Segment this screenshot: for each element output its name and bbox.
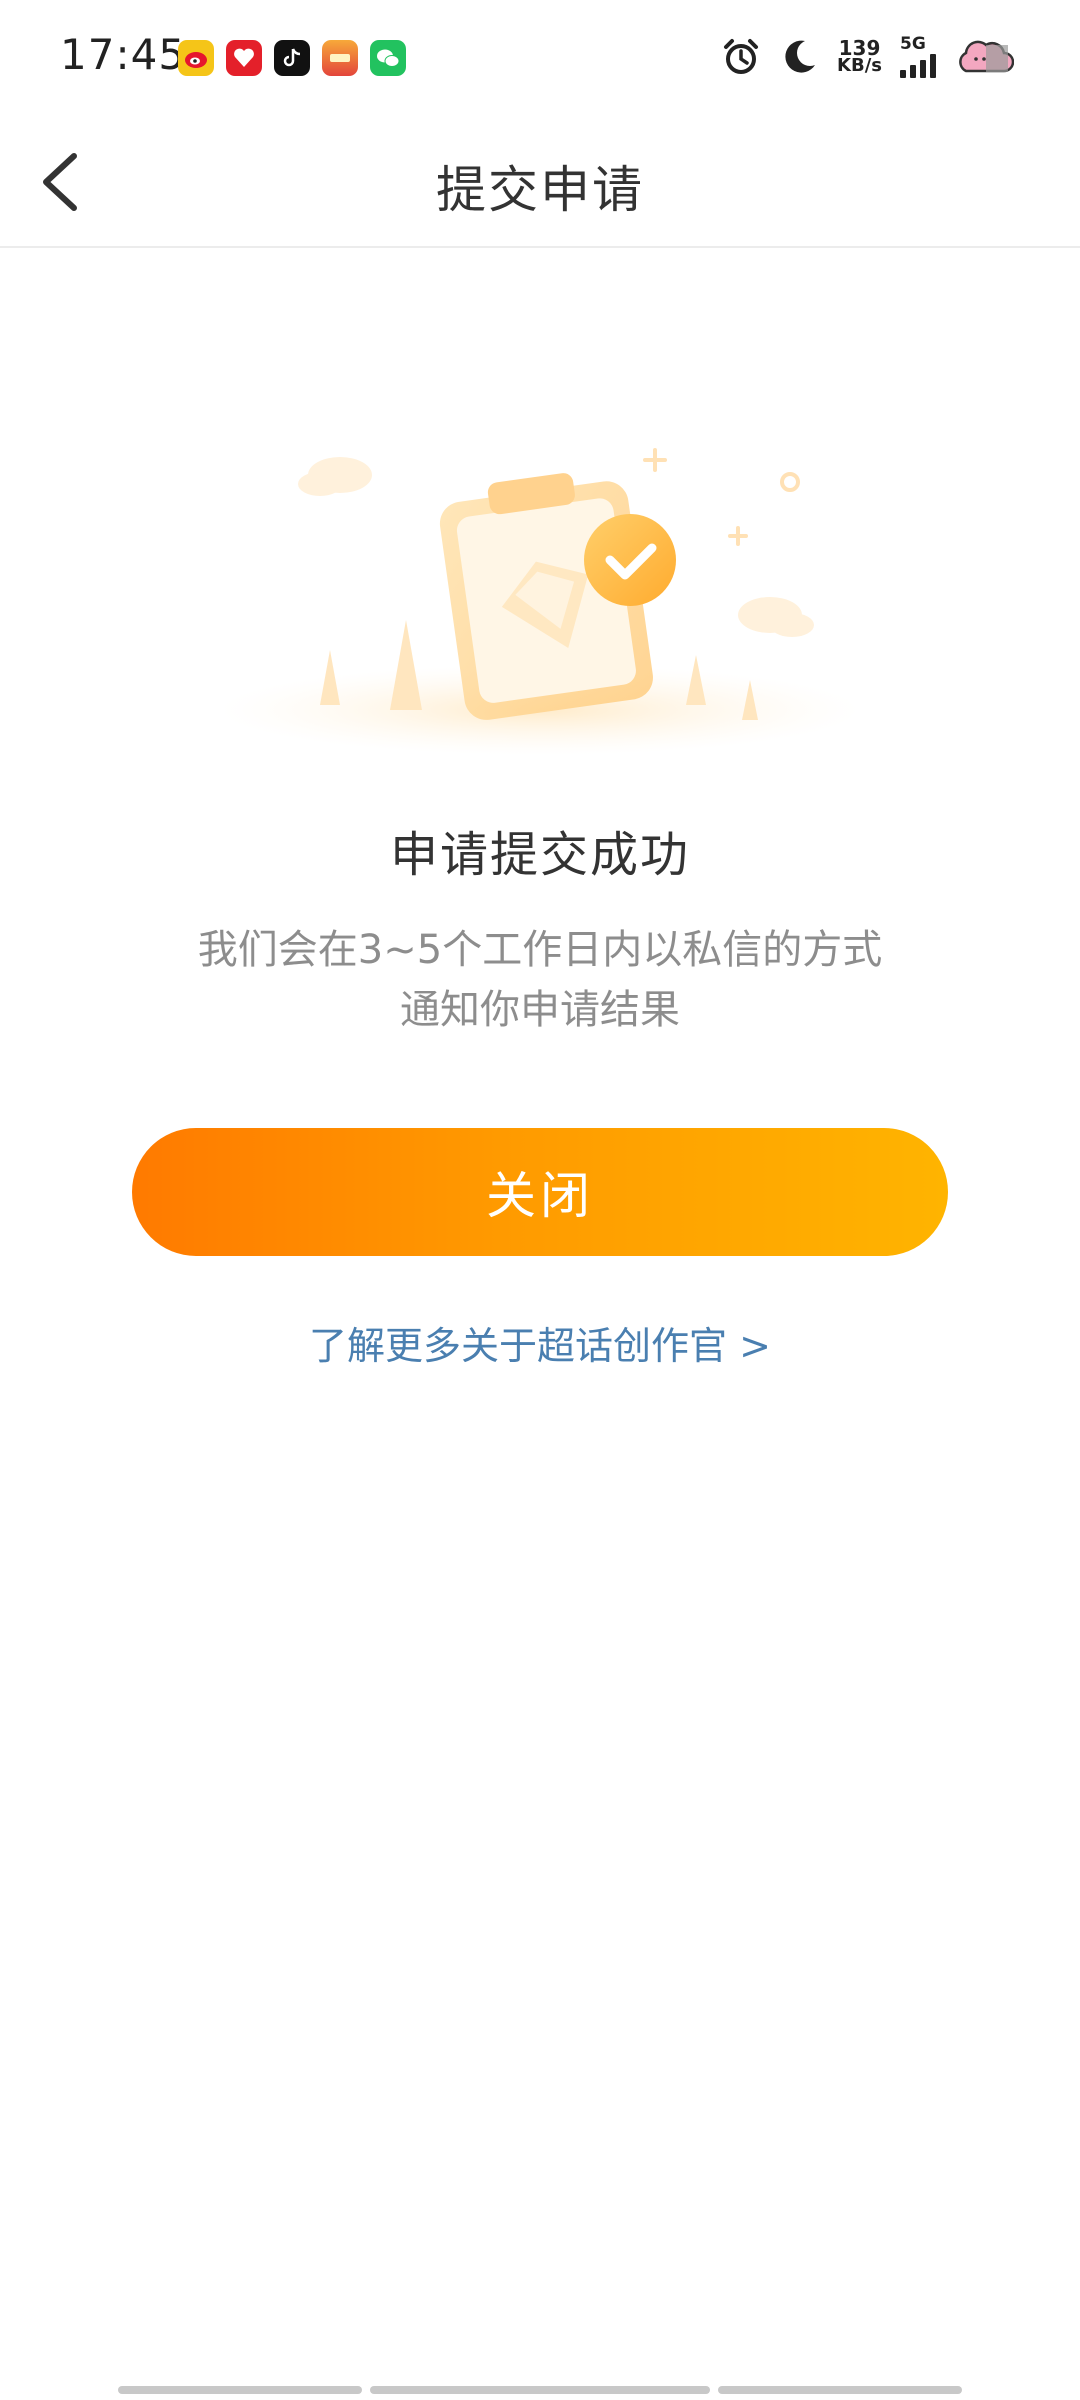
- status-indicators: 139 KB/s 5G: [721, 36, 1014, 78]
- success-description-line2: 通知你申请结果: [400, 987, 680, 1033]
- weibo-icon: [178, 40, 214, 76]
- game-app-icon: [322, 40, 358, 76]
- battery-icon: [959, 40, 1014, 73]
- gesture-segment: [370, 2386, 710, 2394]
- navigation-bar: 提交申请: [0, 118, 1080, 248]
- success-clipboard-illustration: [220, 448, 860, 755]
- learn-more-link[interactable]: 了解更多关于超话创作官 >: [0, 1315, 1080, 1370]
- moon-icon: [785, 40, 816, 73]
- cellular-signal: 5G: [900, 36, 936, 78]
- notification-app-icons: [178, 40, 406, 76]
- success-description-line1: 我们会在3~5个工作日内以私信的方式: [197, 927, 883, 973]
- network-type-label: 5G: [900, 34, 926, 54]
- status-time: 17:45: [60, 30, 187, 79]
- red-app-icon: [226, 40, 262, 76]
- gesture-segment: [718, 2386, 962, 2394]
- tiktok-icon: [274, 40, 310, 76]
- alarm-icon: [724, 39, 759, 74]
- status-bar: 17:45 139 KB/s 5G: [0, 0, 1080, 118]
- success-title: 申请提交成功: [389, 827, 690, 883]
- signal-bars-icon: [900, 54, 936, 78]
- network-speed: 139 KB/s: [837, 38, 882, 76]
- gesture-segment: [118, 2386, 362, 2394]
- success-description: 我们会在3~5个工作日内以私信的方式 通知你申请结果: [160, 920, 920, 1040]
- wechat-icon: [370, 40, 406, 76]
- page-title: 提交申请: [436, 161, 644, 219]
- close-button[interactable]: 关闭: [132, 1128, 948, 1256]
- network-speed-unit: KB/s: [837, 55, 882, 76]
- gesture-navigation-bar: [118, 2386, 962, 2394]
